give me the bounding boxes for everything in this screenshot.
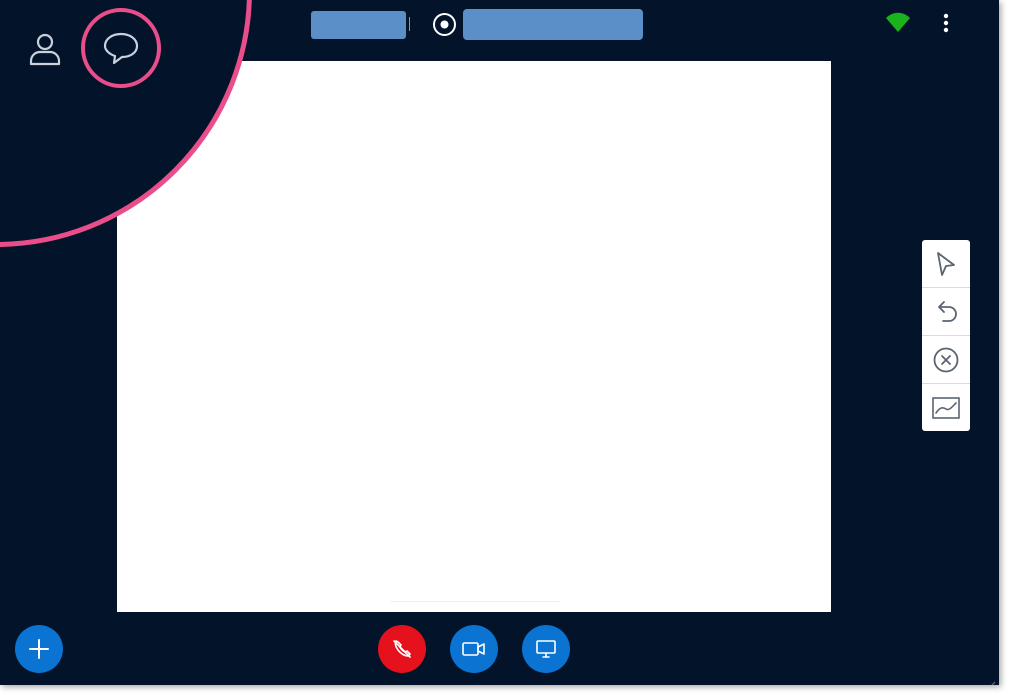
record-button[interactable] — [432, 12, 457, 37]
resize-grip[interactable] — [988, 676, 996, 685]
undo-icon — [938, 300, 957, 322]
more-vertical-icon — [943, 13, 949, 33]
hangup-phone-icon — [393, 640, 411, 658]
recording-status-redacted — [463, 9, 643, 40]
more-options-button[interactable] — [936, 12, 956, 36]
pointer-tool[interactable] — [922, 240, 970, 288]
participants-button[interactable] — [24, 27, 66, 69]
wifi-signal-icon — [886, 12, 910, 32]
clear-tool[interactable] — [922, 336, 970, 384]
pen-tool[interactable] — [922, 384, 970, 431]
pen-drawing-icon — [932, 396, 960, 419]
hangup-button[interactable] — [378, 625, 426, 673]
canvas-divider — [390, 601, 560, 602]
resize-grip-icon — [991, 681, 996, 685]
annotation-toolbar — [922, 240, 970, 431]
clear-x-circle-icon — [933, 347, 959, 372]
meeting-window — [0, 0, 999, 685]
record-icon — [433, 13, 456, 36]
video-button[interactable] — [450, 625, 498, 673]
video-camera-icon — [462, 642, 485, 656]
chat-bubble-icon — [103, 32, 139, 65]
plus-icon — [29, 639, 49, 659]
title-separator — [409, 17, 410, 31]
undo-tool[interactable] — [922, 288, 970, 336]
connection-status[interactable] — [884, 12, 912, 34]
cursor-arrow-icon — [937, 251, 955, 276]
meeting-title-redacted — [311, 11, 406, 39]
share-screen-icon — [536, 640, 556, 658]
whiteboard-canvas[interactable] — [117, 61, 831, 612]
chat-button[interactable] — [81, 8, 161, 88]
user-icon — [29, 33, 61, 66]
add-button[interactable] — [15, 625, 63, 673]
share-screen-button[interactable] — [522, 625, 570, 673]
